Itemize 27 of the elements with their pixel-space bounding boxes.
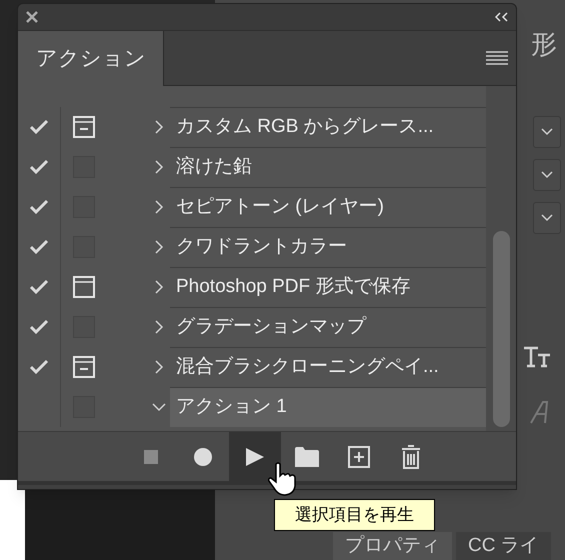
check-icon[interactable] [29, 239, 49, 255]
play-button[interactable] [229, 432, 281, 482]
text-size-icon[interactable] [523, 346, 551, 368]
hand-cursor-icon [267, 462, 299, 496]
chevron-down-icon [541, 171, 553, 179]
dialog-toggle-icon[interactable] [72, 276, 94, 298]
check-icon[interactable] [29, 279, 49, 295]
menu-icon[interactable] [486, 51, 508, 65]
check-icon[interactable] [29, 199, 49, 215]
check-icon[interactable] [29, 359, 49, 375]
collapse-icon[interactable] [495, 12, 508, 22]
resize-grip[interactable] [18, 481, 516, 489]
tooltip: 選択項目を再生 [274, 499, 435, 531]
check-icon[interactable] [29, 119, 49, 135]
dialog-toggle-icon[interactable] [72, 116, 94, 138]
actions-tab[interactable]: アクション [18, 31, 163, 86]
scrollbar-thumb[interactable] [492, 231, 510, 427]
close-icon[interactable] [26, 11, 38, 23]
action-item[interactable]: アクション 1 [170, 387, 486, 427]
dialog-toggle-icon[interactable] [72, 356, 94, 378]
check-icon[interactable] [29, 319, 49, 335]
panel-tab[interactable]: CC ライ [456, 532, 551, 560]
panel-tab[interactable]: プロパティ [333, 532, 452, 560]
chevron-down-icon [541, 214, 553, 222]
chevron-down-icon [541, 128, 553, 136]
panel-glyph-text: 形 [531, 28, 558, 61]
check-icon[interactable] [29, 159, 49, 175]
